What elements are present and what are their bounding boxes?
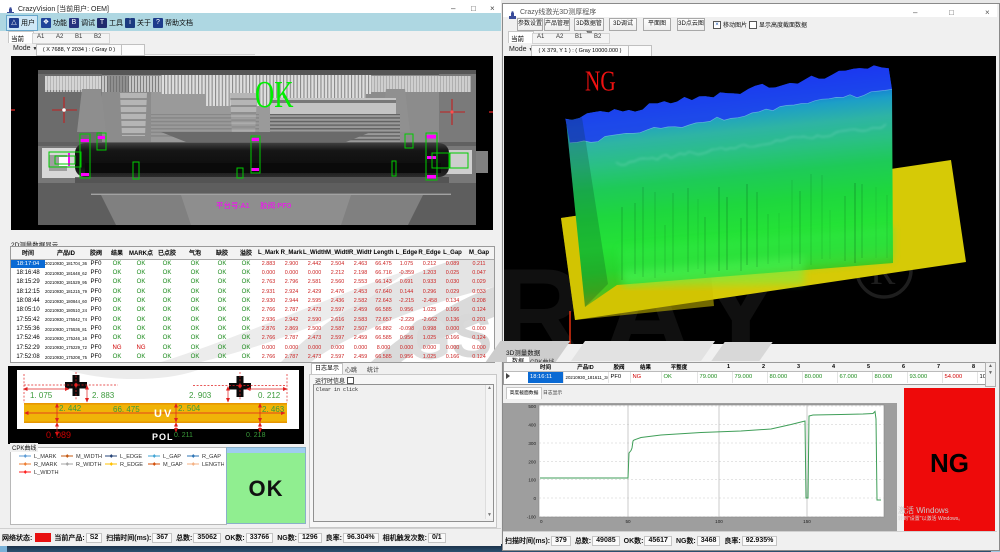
svg-text:0. 089: 0. 089: [46, 430, 71, 440]
svg-text:R_MARK: R_MARK: [34, 462, 58, 468]
svg-text:400: 400: [528, 423, 536, 428]
svg-text:150: 150: [803, 519, 811, 524]
svg-text:200: 200: [528, 460, 536, 465]
svg-text:0: 0: [533, 496, 536, 501]
svg-text:R_EDGE: R_EDGE: [120, 462, 143, 468]
svg-text:POL: POL: [152, 432, 174, 442]
svg-text:R_GAP: R_GAP: [202, 454, 221, 460]
svg-text:1. 075: 1. 075: [30, 391, 53, 400]
svg-text:R_WIDTH: R_WIDTH: [76, 462, 101, 468]
svg-text:平台号:A1 胶阀:PF0: 平台号:A1 胶阀:PF0: [216, 200, 291, 210]
svg-text:2. 442: 2. 442: [59, 404, 82, 413]
svg-text:2. 504: 2. 504: [178, 404, 201, 413]
svg-text:2. 903: 2. 903: [189, 391, 212, 400]
svg-text:-100: -100: [527, 515, 537, 520]
svg-text:L_WIDTH: L_WIDTH: [34, 470, 59, 476]
svg-text:0. 212: 0. 212: [258, 391, 281, 400]
svg-text:2. 883: 2. 883: [92, 391, 115, 400]
svg-text:L_MARK: L_MARK: [34, 454, 57, 460]
svg-text:0. 218: 0. 218: [246, 432, 266, 439]
svg-text:66. 475: 66. 475: [113, 405, 140, 414]
svg-text:0: 0: [540, 519, 543, 524]
svg-text:M_GAP: M_GAP: [163, 462, 183, 468]
svg-text:L_GAP: L_GAP: [163, 454, 181, 460]
svg-text:2. 463: 2. 463: [262, 405, 285, 414]
svg-text:M_WIDTH: M_WIDTH: [76, 454, 102, 460]
svg-text:100: 100: [715, 519, 723, 524]
svg-text:50: 50: [625, 519, 631, 524]
svg-text:UV: UV: [154, 408, 173, 420]
svg-text:100: 100: [528, 478, 536, 483]
svg-text:LENGTH: LENGTH: [202, 462, 224, 468]
svg-text:OK: OK: [255, 75, 294, 117]
svg-text:500: 500: [528, 404, 536, 409]
svg-text:L_EDGE: L_EDGE: [120, 454, 142, 460]
svg-text:NG: NG: [585, 67, 616, 97]
svg-text:300: 300: [528, 441, 536, 446]
svg-text:0. 211: 0. 211: [174, 432, 193, 439]
